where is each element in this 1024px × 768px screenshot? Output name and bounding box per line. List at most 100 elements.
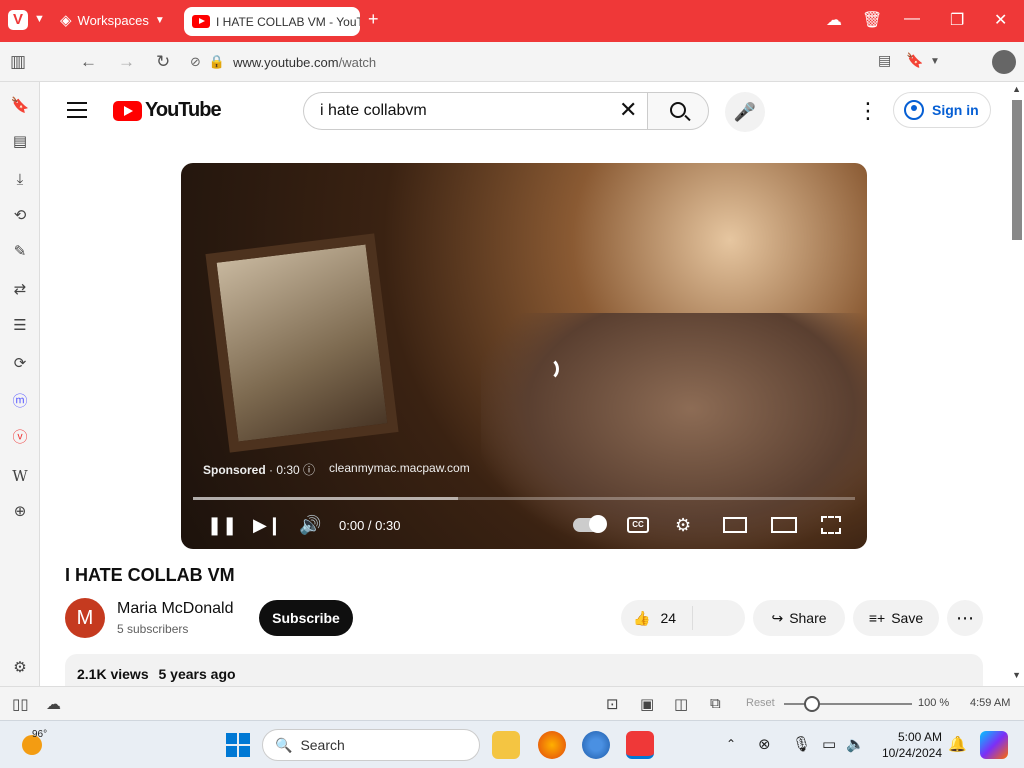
- url-field[interactable]: ⊘ 🔒 www.youtube.com/watch: [190, 48, 950, 76]
- settings-gear-icon[interactable]: ⚙: [10, 658, 30, 678]
- weather-temperature: 96°: [32, 729, 48, 740]
- sync-icon[interactable]: ⟳: [10, 354, 30, 374]
- add-web-panel-icon[interactable]: ⊕: [10, 502, 30, 522]
- volume-icon[interactable]: 🔊: [299, 515, 321, 535]
- history-icon[interactable]: ⟲: [10, 206, 30, 226]
- notes-icon[interactable]: ✎: [10, 242, 30, 262]
- theater-mode-icon[interactable]: [771, 517, 797, 533]
- sign-in-button[interactable]: Sign in: [893, 92, 991, 128]
- scroll-down-arrow-icon[interactable]: ▼: [1012, 670, 1021, 680]
- show-hidden-icons-chevron-icon[interactable]: ⌃: [726, 737, 736, 751]
- windows-start-icon[interactable]: [226, 733, 250, 757]
- scroll-up-arrow-icon[interactable]: ▲: [1012, 84, 1021, 94]
- panel-toggle-icon[interactable]: ▯▯: [12, 695, 29, 713]
- vivaldi-menu-chevron-icon[interactable]: ▼: [34, 13, 45, 25]
- youtube-play-logo-icon: [113, 100, 142, 121]
- dislike-button[interactable]: [693, 606, 745, 630]
- view-count: 2.1K views: [77, 666, 149, 682]
- copilot-icon[interactable]: [980, 731, 1008, 759]
- firefox-icon[interactable]: [538, 731, 566, 759]
- cloud-sync-icon[interactable]: ☁: [826, 10, 842, 30]
- more-actions-button[interactable]: ⋯: [947, 600, 983, 636]
- translate-icon[interactable]: ⇄: [10, 280, 30, 300]
- page-scrollbar-thumb[interactable]: [1012, 100, 1022, 240]
- video-scene: [481, 313, 867, 549]
- subscribe-button[interactable]: Subscribe: [259, 600, 353, 636]
- channel-name[interactable]: Maria McDonald: [117, 600, 233, 618]
- voice-search-mic-icon[interactable]: 🎤: [725, 92, 765, 132]
- tiling-icon[interactable]: ▣: [640, 695, 654, 713]
- trash-icon[interactable]: 🗑: [862, 10, 882, 30]
- workspaces-button[interactable]: ◈ Workspaces ▼: [60, 11, 165, 29]
- save-button[interactable]: ≡+ Save: [853, 600, 939, 636]
- browser-tab-active[interactable]: I HATE COLLAB VM - YouTube: [184, 7, 360, 36]
- search-input[interactable]: i hate collabvm: [303, 92, 647, 130]
- close-window-icon[interactable]: ✕: [994, 10, 1007, 30]
- search-icon: [670, 102, 686, 118]
- settings-gear-icon[interactable]: ⚙: [675, 515, 691, 535]
- address-dropdown-chevron-icon[interactable]: ▼: [930, 56, 940, 67]
- ad-url-link[interactable]: cleanmymac.macpaw.com: [329, 461, 470, 475]
- page-actions-icon[interactable]: ◫: [674, 695, 688, 713]
- chrome-icon[interactable]: [582, 731, 610, 759]
- zoom-slider-handle[interactable]: [804, 696, 820, 712]
- vivaldi-logo-icon[interactable]: V: [8, 10, 28, 30]
- vivaldi-taskbar-icon[interactable]: [626, 731, 654, 759]
- forward-arrow-icon[interactable]: →: [118, 52, 135, 72]
- clear-search-icon[interactable]: ✕: [619, 98, 637, 122]
- captions-cc-icon[interactable]: CC: [627, 517, 649, 533]
- share-button[interactable]: ↪ Share: [753, 600, 845, 636]
- lock-icon[interactable]: 🔒: [209, 54, 225, 70]
- miniplayer-icon[interactable]: [723, 517, 747, 533]
- file-explorer-icon[interactable]: [492, 731, 520, 759]
- thumbs-up-icon: 👍: [633, 609, 651, 626]
- youtube-logo[interactable]: YouTube: [113, 99, 222, 122]
- bookmark-icon[interactable]: 🔖: [906, 52, 923, 69]
- fullscreen-icon[interactable]: [821, 516, 841, 534]
- display-icon[interactable]: ▭: [822, 735, 836, 753]
- like-button[interactable]: 👍 24: [621, 606, 693, 630]
- tracker-blocker-icon[interactable]: ⊘: [190, 54, 201, 70]
- network-off-icon[interactable]: ⊗: [758, 735, 771, 753]
- reader-view-icon[interactable]: ▤: [878, 52, 891, 69]
- capture-icon[interactable]: ⊡: [606, 695, 619, 713]
- panel-toggle-icon[interactable]: ▥: [10, 52, 26, 72]
- vivaldi-social-icon[interactable]: ⓥ: [10, 428, 30, 448]
- video-player[interactable]: Sponsored · 0:30 ⓘ cleanmymac.macpaw.com…: [181, 163, 867, 549]
- autoplay-toggle[interactable]: [573, 515, 607, 533]
- profile-avatar-icon[interactable]: [992, 50, 1016, 74]
- minimize-icon[interactable]: —: [904, 10, 920, 28]
- description-box[interactable]: 2.1K views 5 years ago: [65, 654, 983, 686]
- zoom-reset-button[interactable]: Reset: [746, 697, 775, 709]
- info-icon[interactable]: ⓘ: [303, 463, 315, 477]
- youtube-favicon-icon: [192, 15, 210, 28]
- layers-icon: ◈: [60, 12, 72, 29]
- youtube-logo-text: YouTube: [145, 99, 222, 121]
- image-toggle-icon[interactable]: ⧉: [710, 695, 721, 712]
- window-panel-icon[interactable]: ☰: [10, 316, 30, 336]
- channel-avatar[interactable]: M: [65, 598, 105, 638]
- restore-icon[interactable]: ❐: [950, 10, 964, 30]
- pause-icon[interactable]: ❚❚: [207, 515, 237, 535]
- wikipedia-icon[interactable]: W: [10, 466, 30, 486]
- back-arrow-icon[interactable]: ←: [80, 52, 97, 72]
- reload-icon[interactable]: ↻: [156, 52, 170, 72]
- search-button[interactable]: [647, 92, 709, 130]
- taskbar-clock[interactable]: 5:00 AM 10/24/2024: [874, 729, 942, 761]
- like-dislike-group: 👍 24: [621, 600, 745, 636]
- taskbar-search-box[interactable]: 🔍 Search: [262, 729, 480, 761]
- downloads-icon[interactable]: ⤓: [10, 170, 30, 190]
- cloud-icon[interactable]: ☁: [46, 695, 61, 713]
- progress-bar[interactable]: [193, 497, 855, 500]
- new-tab-plus-icon[interactable]: +: [368, 9, 379, 30]
- reading-list-icon[interactable]: ▤: [10, 132, 30, 152]
- bookmarks-panel-icon[interactable]: 🔖: [10, 96, 30, 116]
- hamburger-menu-icon[interactable]: [67, 102, 87, 123]
- speaker-icon[interactable]: 🔈: [846, 735, 865, 753]
- save-label: Save: [891, 610, 924, 626]
- microphone-icon[interactable]: 🎙: [792, 735, 811, 753]
- next-icon[interactable]: ▶❙: [253, 515, 282, 535]
- mastodon-icon[interactable]: ⓜ: [10, 392, 30, 412]
- notification-bell-icon[interactable]: 🔔: [948, 735, 967, 753]
- more-options-icon[interactable]: ⋮: [857, 98, 879, 124]
